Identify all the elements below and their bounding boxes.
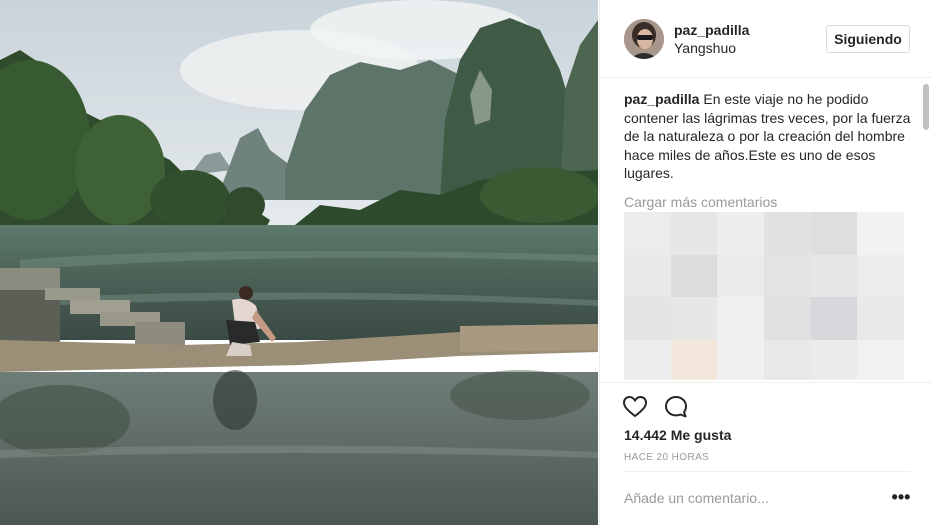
caption-username[interactable]: paz_padilla xyxy=(624,91,699,107)
likes-count[interactable]: 14.442 Me gusta xyxy=(624,427,731,443)
landscape-image xyxy=(0,0,598,525)
avatar[interactable] xyxy=(624,19,664,59)
post-header: paz_padilla Yangshuo Siguiendo xyxy=(600,0,932,78)
location-link[interactable]: Yangshuo xyxy=(674,40,736,56)
following-button[interactable]: Siguiendo xyxy=(826,25,910,53)
blurred-comment-area xyxy=(624,212,904,380)
avatar-image xyxy=(624,19,664,59)
comments-scrollbar[interactable] xyxy=(921,82,929,380)
post-timestamp[interactable]: HACE 20 HORAS xyxy=(624,452,709,463)
username[interactable]: paz_padilla xyxy=(674,22,749,38)
add-comment-bar: ••• xyxy=(624,471,911,526)
heart-icon[interactable] xyxy=(622,394,648,420)
post-photo[interactable] xyxy=(0,0,598,525)
comments-section: paz_padilla En este viaje no he podido c… xyxy=(624,90,914,380)
load-more-comments-link[interactable]: Cargar más comentarios xyxy=(624,194,914,210)
post-caption: paz_padilla En este viaje no he podido c… xyxy=(624,90,914,183)
comment-bubble-icon[interactable] xyxy=(663,394,689,420)
post-actions: 14.442 Me gusta HACE 20 HORAS ••• xyxy=(600,382,932,526)
more-options-icon[interactable]: ••• xyxy=(890,484,912,512)
post-side-panel: paz_padilla Yangshuo Siguiendo paz_padil… xyxy=(599,0,932,525)
scrollbar-thumb[interactable] xyxy=(923,84,929,130)
add-comment-input[interactable] xyxy=(624,486,874,510)
